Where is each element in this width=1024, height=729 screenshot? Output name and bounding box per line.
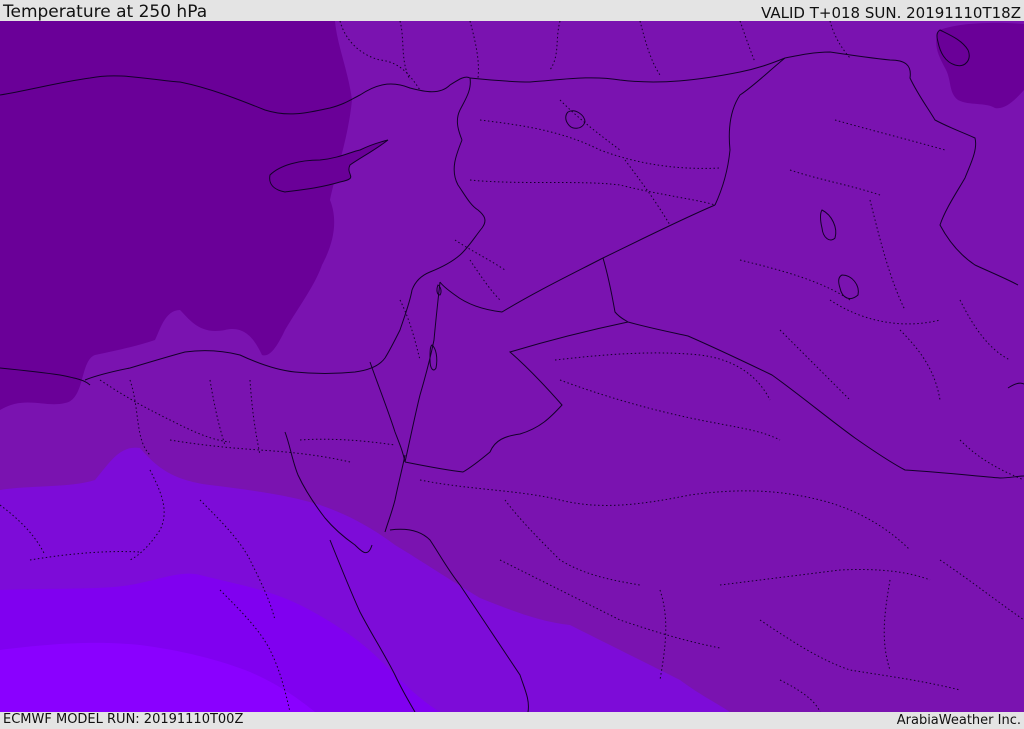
map-title: Temperature at 250 hPa [3,2,208,22]
credit-label: ArabiaWeather Inc. [896,713,1021,728]
model-run-label: ECMWF MODEL RUN: 20191110T00Z [3,712,244,727]
valid-time-label: VALID T+018 SUN. 20191110T18Z [761,4,1021,22]
temperature-map[interactable] [0,21,1024,712]
map-canvas [0,21,1024,712]
header-bar: Temperature at 250 hPa VALID T+018 SUN. … [0,0,1024,22]
footer-bar: ECMWF MODEL RUN: 20191110T00Z ArabiaWeat… [0,712,1024,729]
